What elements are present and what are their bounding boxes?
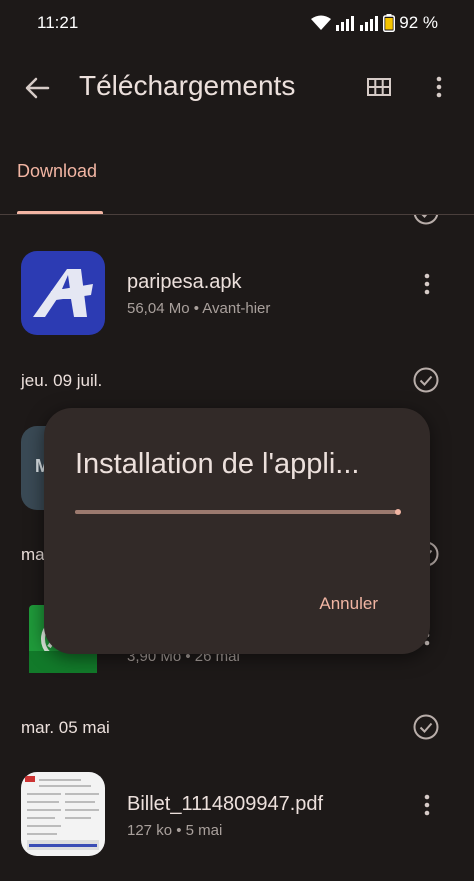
list-item[interactable]: Billet_1114809947.pdf 127 ko • 5 mai [0,772,474,868]
file-meta: 127 ko • 5 mai [127,822,223,839]
status-time: 11:21 [37,13,79,32]
more-vert-icon[interactable] [417,792,437,818]
signal-icon [360,16,379,31]
tab-indicator [17,211,103,214]
check-circle-icon[interactable] [412,366,440,394]
dialog-title: Installation de l'appli... [75,448,360,480]
battery-percent: 92 % [399,13,438,32]
paripesa-logo-icon [33,269,93,317]
status-bar: 11:21 92 % [0,0,474,46]
pdf-thumbnail [21,772,105,856]
wifi-icon [311,15,332,30]
list-item[interactable]: paripesa.apk 56,04 Mo • Avant-hier [0,251,474,347]
app-bar: Téléchargements [0,46,474,130]
date-header: mar. 05 mai [21,718,110,737]
check-circle-icon[interactable] [412,713,440,741]
more-vert-icon[interactable] [417,271,437,297]
date-header: jeu. 09 juil. [21,371,103,390]
back-arrow-icon[interactable] [20,74,54,102]
file-name: paripesa.apk [127,271,242,293]
install-dialog: Installation de l'appli... Annuler [44,408,430,654]
document-preview-icon [25,776,99,850]
progress-fill [75,509,401,515]
install-progress-bar [75,509,401,515]
more-vert-icon[interactable] [426,74,452,100]
file-name: Billet_1114809947.pdf [127,793,324,815]
file-meta: 56,04 Mo • Avant-hier [127,300,271,317]
cancel-button[interactable]: Annuler [319,594,378,614]
page-title: Téléchargements [79,70,296,101]
tab-bar: Download [0,130,474,215]
paripesa-app-icon [21,251,105,335]
tab-download[interactable]: Download [17,161,97,182]
signal-icon [336,16,355,31]
progress-end-dot [395,509,401,515]
grid-view-icon[interactable] [366,77,392,97]
status-icons: 92 % [311,13,438,33]
battery-icon [383,14,396,32]
